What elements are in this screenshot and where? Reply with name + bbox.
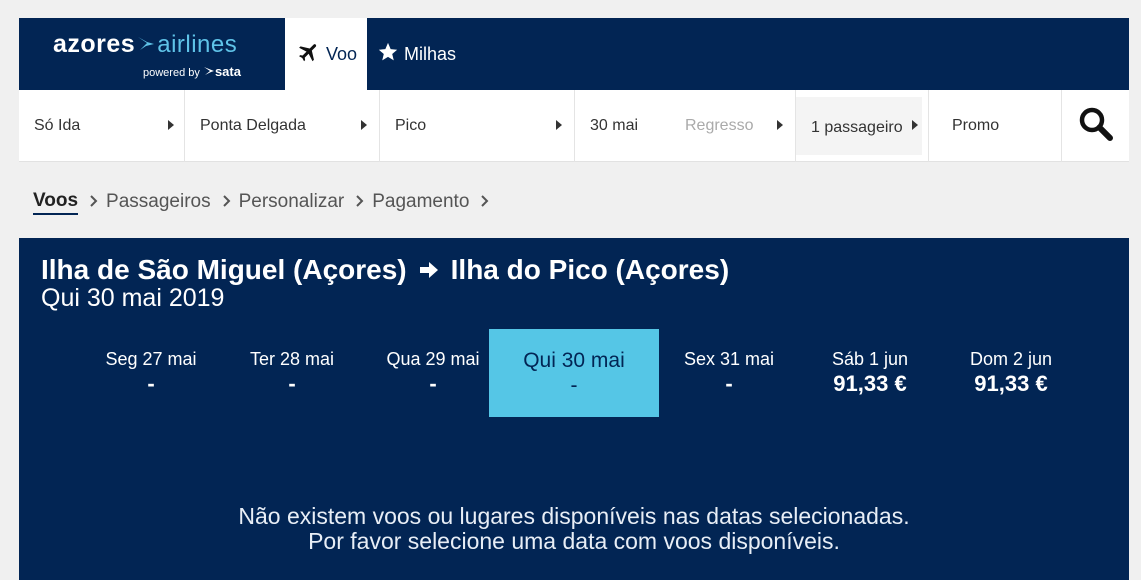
logo-powered-by: powered by sata xyxy=(143,64,241,79)
plane-icon xyxy=(297,40,326,69)
day-label: Qui 30 mai xyxy=(523,349,625,372)
promo-label: Promo xyxy=(952,117,1000,134)
caret-right-icon xyxy=(168,120,174,130)
tab-milhas-label: Milhas xyxy=(404,43,457,64)
chevron-right-icon xyxy=(222,191,231,213)
flight-results-panel: Ilha de São Miguel (Açores) Ilha do Pico… xyxy=(19,238,1129,580)
arrow-right-icon xyxy=(419,254,439,286)
no-flights-line-1: Não existem voos ou lugares disponíveis … xyxy=(238,503,910,529)
logo-text-azores: azores xyxy=(53,30,136,58)
chevron-right-icon xyxy=(356,191,364,213)
search-button[interactable] xyxy=(1062,90,1129,162)
date-carousel: Seg 27 mai - Ter 28 mai - Qua 29 mai - Q… xyxy=(66,329,1111,417)
star-icon xyxy=(377,41,404,68)
tab-voo-label: Voo xyxy=(326,43,358,64)
no-flights-line-2: Por favor selecione uma data com voos di… xyxy=(308,528,840,554)
passengers-select[interactable]: 1 passageiro xyxy=(796,90,929,162)
top-navigation-bar: azores airlines powered by sata Voo Milha… xyxy=(19,18,1129,90)
step-voos[interactable]: Voos xyxy=(33,190,79,215)
logo-wordmark: azores airlines xyxy=(53,30,237,59)
sata-bird-icon xyxy=(203,67,215,79)
flight-search-bar: Só Ida Ponta Delgada Pico 30 mai Regress… xyxy=(19,90,1129,162)
step-personalizar[interactable]: Personalizar xyxy=(239,191,345,213)
day-price: - xyxy=(570,374,578,397)
tab-milhas[interactable]: Milhas xyxy=(367,18,477,90)
route-date: Qui 30 mai 2019 xyxy=(41,284,225,312)
destination-select[interactable]: Pico xyxy=(380,90,575,162)
passengers-value: 1 passageiro xyxy=(811,119,903,136)
day-option[interactable]: Dom 2 jun 91,33 € xyxy=(926,329,1096,417)
sata-label: sata xyxy=(214,64,241,79)
no-flights-message: Não existem voos ou lugares disponíveis … xyxy=(19,504,1129,554)
route-origin: Ilha de São Miguel (Açores) xyxy=(41,254,407,285)
logo-text-airlines: airlines xyxy=(157,31,238,58)
chevron-right-icon xyxy=(481,191,489,213)
return-date-placeholder: Regresso xyxy=(685,117,754,134)
caret-right-icon xyxy=(556,120,562,130)
caret-right-icon xyxy=(912,120,918,130)
dates-picker[interactable]: 30 mai Regresso xyxy=(575,90,796,162)
promo-field[interactable]: Promo xyxy=(929,90,1062,162)
azores-airlines-logo[interactable]: azores airlines powered by sata xyxy=(19,18,285,90)
depart-date-value: 30 mai xyxy=(590,117,639,134)
caret-right-icon xyxy=(361,120,367,130)
origin-value: Ponta Delgada xyxy=(200,117,306,134)
bird-icon xyxy=(136,30,156,59)
chevron-right-icon xyxy=(90,191,98,213)
caret-right-icon xyxy=(777,120,783,130)
day-option-selected[interactable]: Qui 30 mai - xyxy=(489,329,659,417)
origin-select[interactable]: Ponta Delgada xyxy=(185,90,380,162)
trip-type-select[interactable]: Só Ida xyxy=(19,90,185,162)
day-price: 91,33 € xyxy=(974,371,1048,396)
search-icon xyxy=(1078,106,1114,147)
powered-by-label: powered by xyxy=(143,67,200,79)
booking-steps-breadcrumb: Voos Passageiros Personalizar Pagamento xyxy=(33,188,497,216)
tab-voo[interactable]: Voo xyxy=(285,18,367,90)
day-label: Dom 2 jun xyxy=(969,349,1053,369)
step-pagamento[interactable]: Pagamento xyxy=(372,191,469,213)
step-passageiros[interactable]: Passageiros xyxy=(106,191,211,213)
trip-type-value: Só Ida xyxy=(34,117,81,134)
destination-value: Pico xyxy=(395,117,427,134)
route-title: Ilha de São Miguel (Açores) Ilha do Pico… xyxy=(41,254,729,286)
route-destination: Ilha do Pico (Açores) xyxy=(450,254,730,285)
